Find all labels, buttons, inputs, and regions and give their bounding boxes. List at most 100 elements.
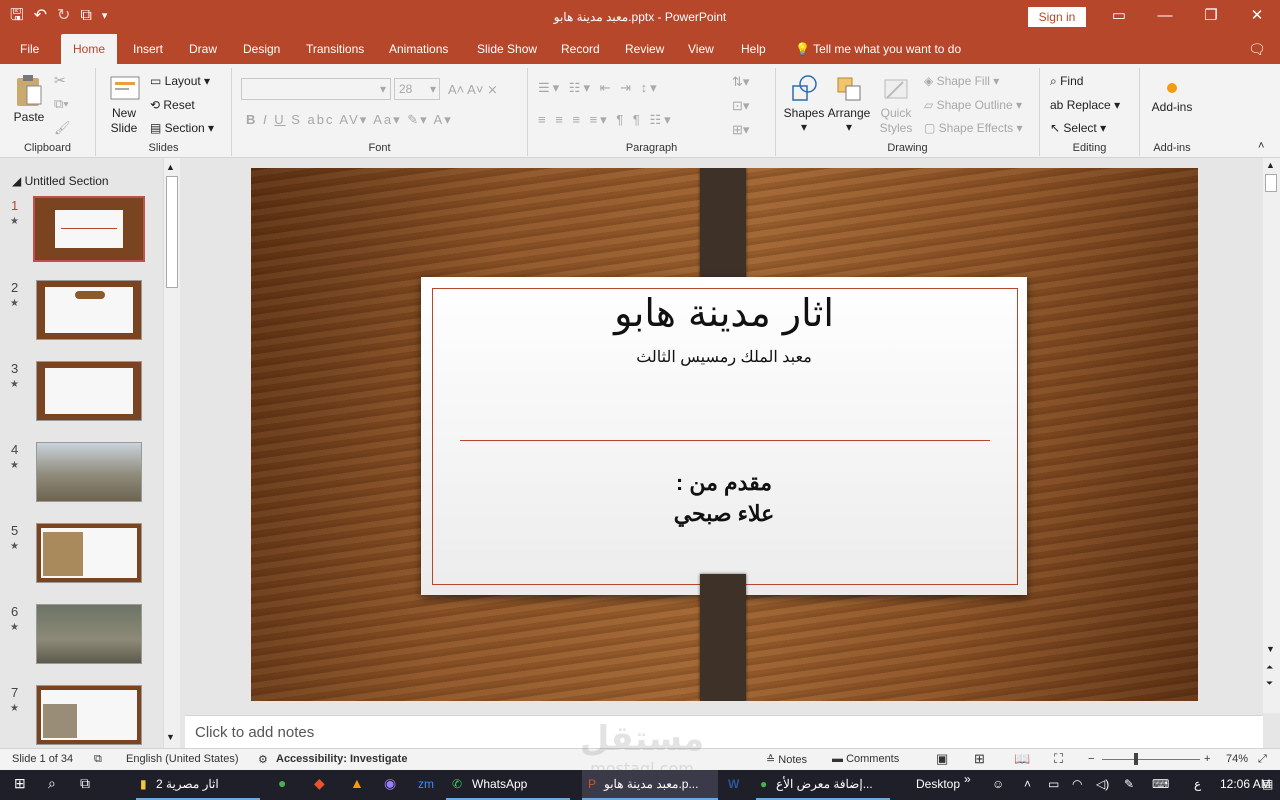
input-language[interactable]: ع xyxy=(1194,777,1201,791)
present-icon[interactable]: ⧉ xyxy=(80,6,91,26)
word-icon[interactable]: W xyxy=(728,777,739,791)
replace-button[interactable]: ab Replace ▾ xyxy=(1050,98,1120,112)
tab-home[interactable]: Home xyxy=(61,34,118,64)
close-button[interactable]: ✕ xyxy=(1234,0,1280,34)
copy-icon[interactable]: ⧉▾ xyxy=(54,96,69,112)
shape-outline-button[interactable]: ▱ Shape Outline ▾ xyxy=(924,98,1022,112)
slide-thumbnail[interactable] xyxy=(36,280,142,340)
previous-slide-icon[interactable]: ⏶ xyxy=(1266,662,1273,673)
volume-icon[interactable]: ◁) xyxy=(1096,777,1109,791)
thumbnail-slide-3[interactable]: 3 ★ xyxy=(0,361,162,431)
find-button[interactable]: ⌕ Find xyxy=(1050,74,1083,89)
taskbar-powerpoint[interactable]: P معبد مدينة هابو.p... xyxy=(582,770,718,800)
comments-toggle[interactable]: ▬ Comments xyxy=(832,753,899,765)
search-icon[interactable]: ⌕ xyxy=(48,775,56,792)
save-icon[interactable]: 🖫 xyxy=(10,6,24,26)
slide-thumbnail[interactable] xyxy=(36,361,142,421)
scroll-up-icon[interactable]: ▲ xyxy=(1266,160,1275,170)
accessibility-status[interactable]: Accessibility: Investigate xyxy=(276,753,407,765)
tab-transitions[interactable]: Transitions xyxy=(306,34,364,64)
reset-button[interactable]: ⟲ Reset xyxy=(150,98,195,112)
tab-review[interactable]: Review xyxy=(625,34,664,64)
office-icon[interactable]: ◆ xyxy=(314,775,325,792)
thumbnail-slide-4[interactable]: 4 ★ xyxy=(0,442,162,512)
thumbnails-scrollbar[interactable]: ▲ ▼ xyxy=(163,158,180,748)
layout-button[interactable]: ▭ Layout ▾ xyxy=(150,74,210,88)
language-status[interactable]: English (United States) xyxy=(126,753,239,765)
format-painter-icon[interactable]: 🖌 xyxy=(54,120,71,136)
undo-icon[interactable]: ↶ xyxy=(34,6,47,26)
slide-thumbnail[interactable] xyxy=(36,604,142,664)
slide-scrollbar[interactable]: ▲ ▼ ⏶ ⏷ xyxy=(1263,158,1280,713)
scrollbar-thumb[interactable] xyxy=(1265,174,1277,192)
thumbnail-slide-5[interactable]: 5 ★ xyxy=(0,523,162,593)
desktop-toolbar[interactable]: Desktop xyxy=(916,777,960,791)
keyboard-icon[interactable]: ⌨ xyxy=(1152,777,1169,791)
current-slide[interactable]: اثار مدينة هابو معبد الملك رمسيس الثالث … xyxy=(251,168,1198,701)
app-icon[interactable]: ◉ xyxy=(384,775,396,792)
slide-thumbnail[interactable] xyxy=(36,523,142,583)
scrollbar-thumb[interactable] xyxy=(166,176,178,288)
quick-styles-button[interactable]: Quick Styles xyxy=(874,74,918,136)
restore-button[interactable]: ❐ xyxy=(1188,0,1234,34)
thumbnail-slide-2[interactable]: 2 ★ xyxy=(0,280,162,350)
scroll-up-icon[interactable]: ▲ xyxy=(166,162,175,172)
task-view-icon[interactable]: ⧉ xyxy=(80,775,90,792)
add-ins-button[interactable]: Add-ins xyxy=(1146,78,1198,114)
tab-record[interactable]: Record xyxy=(561,34,600,64)
shape-fill-button[interactable]: ◈ Shape Fill ▾ xyxy=(924,74,999,88)
redo-icon[interactable]: ↻ xyxy=(57,6,70,26)
notes-pane[interactable]: Click to add notes xyxy=(185,715,1263,748)
select-button[interactable]: ↖ Select ▾ xyxy=(1050,121,1106,135)
chrome-icon[interactable]: ● xyxy=(278,775,286,791)
zoom-app-icon[interactable]: zm xyxy=(418,777,434,791)
list-icons[interactable]: ☰▾ ☷▾ ⇤ ⇥ ↕▾ xyxy=(538,80,660,96)
align-text-icon[interactable]: ⊡▾ xyxy=(732,98,749,114)
wifi-icon[interactable]: ◠ xyxy=(1072,777,1082,791)
zoom-out-icon[interactable]: − xyxy=(1088,753,1094,765)
taskbar-whatsapp[interactable]: ✆ WhatsApp xyxy=(446,770,570,800)
notifications-icon[interactable]: ▤ xyxy=(1262,777,1273,791)
scroll-down-icon[interactable]: ▼ xyxy=(166,732,175,742)
slide-thumbnail[interactable] xyxy=(33,196,145,262)
slide-title[interactable]: اثار مدينة هابو xyxy=(421,291,1027,335)
taskbar-browser[interactable]: ● إضافة معرض الأع... xyxy=(756,770,890,800)
normal-view-icon[interactable]: ▣ xyxy=(936,751,948,767)
tab-design[interactable]: Design xyxy=(243,34,280,64)
thumbnail-slide-7[interactable]: 7 ★ xyxy=(0,685,162,755)
customize-icon[interactable]: ▾ xyxy=(102,6,108,26)
ribbon-display-icon[interactable]: ▭ xyxy=(1096,0,1142,34)
cut-icon[interactable]: ✂ xyxy=(54,72,66,89)
slide-sorter-icon[interactable]: ⊞ xyxy=(974,751,985,767)
zoom-in-icon[interactable]: + xyxy=(1204,753,1210,765)
font-format-icons[interactable]: B I U S abc AV▾ Aa▾ ✎▾ A▾ xyxy=(246,112,453,128)
zoom-level[interactable]: 74% xyxy=(1226,753,1248,765)
slide-thumbnail[interactable] xyxy=(36,442,142,502)
tab-help[interactable]: Help xyxy=(741,34,766,64)
new-slide-button[interactable]: New Slide xyxy=(104,74,146,136)
tell-me-search[interactable]: 💡 Tell me what you want to do xyxy=(795,34,961,64)
windows-start-icon[interactable]: ⊞ xyxy=(14,775,26,792)
tab-insert[interactable]: Insert xyxy=(133,34,163,64)
arrange-button[interactable]: Arrange ▾ xyxy=(826,74,872,134)
reading-view-icon[interactable]: 📖 xyxy=(1014,751,1030,767)
slide-subtitle[interactable]: معبد الملك رمسيس الثالث xyxy=(421,347,1027,367)
shape-effects-button[interactable]: ▢ Shape Effects ▾ xyxy=(924,121,1023,135)
people-icon[interactable]: ☺ xyxy=(992,777,1004,791)
section-header[interactable]: ◢ Untitled Section xyxy=(12,174,109,188)
show-hidden-icons[interactable]: ˄ xyxy=(1024,777,1031,791)
tab-file[interactable]: File xyxy=(20,34,39,64)
grow-font-icon[interactable]: A˄ A˅ ⨯ xyxy=(448,82,498,98)
zoom-slider-thumb[interactable] xyxy=(1134,753,1138,765)
comments-icon[interactable]: 🗨 xyxy=(1248,34,1266,64)
accessibility-icon[interactable]: ⚙ xyxy=(258,753,268,766)
text-direction-icon[interactable]: ⇅▾ xyxy=(732,74,749,90)
paste-button[interactable]: Paste xyxy=(10,74,48,124)
tab-animations[interactable]: Animations xyxy=(389,34,448,64)
font-name-input[interactable]: ▾ xyxy=(241,78,391,100)
section-button[interactable]: ▤ Section ▾ xyxy=(150,121,214,135)
pen-icon[interactable]: ✎ xyxy=(1124,777,1134,791)
presenter-block[interactable]: مقدم من : علاء صبحي xyxy=(421,467,1027,529)
scroll-down-icon[interactable]: ▼ xyxy=(1266,644,1275,654)
taskbar-explorer-window[interactable]: ▮ اثار مصرية 2 xyxy=(136,770,260,800)
